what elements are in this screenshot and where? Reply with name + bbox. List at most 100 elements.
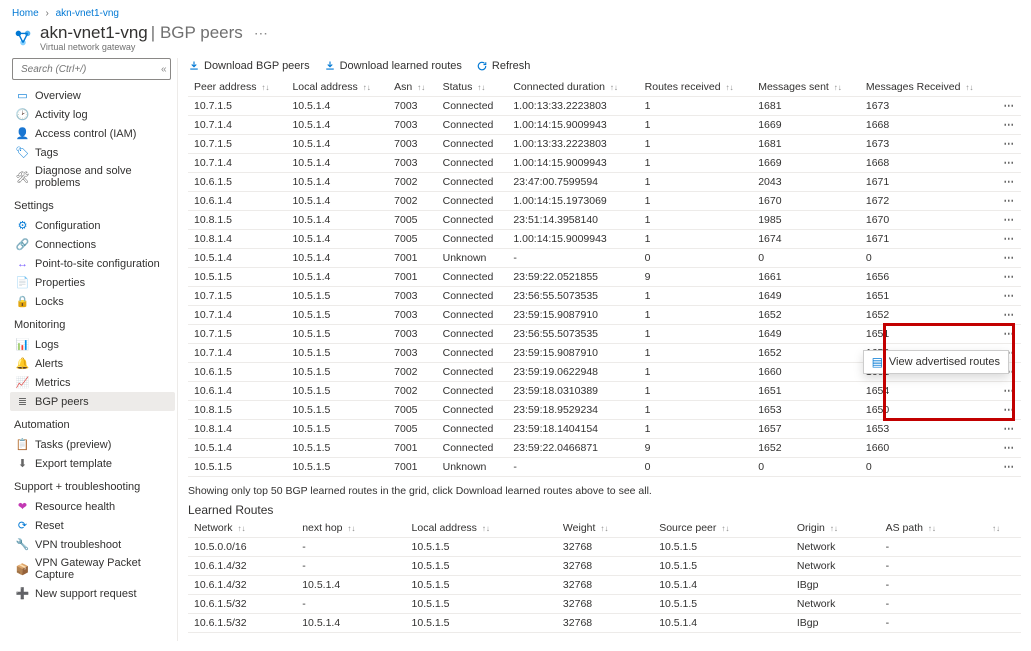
- column-header[interactable]: Asn ↑↓: [388, 78, 436, 97]
- breadcrumb[interactable]: Home › akn-vnet1-vng: [10, 6, 1021, 23]
- alerts-icon: 🔔: [16, 357, 29, 370]
- sidebar-item-tags[interactable]: 🏷Tags: [10, 143, 175, 162]
- row-more-button[interactable]: ⋯: [994, 401, 1021, 420]
- table-row[interactable]: 10.6.1.410.5.1.47002Connected1.00:14:15.…: [188, 192, 1021, 211]
- breadcrumb-page[interactable]: akn-vnet1-vng: [56, 8, 119, 19]
- search-input[interactable]: [17, 64, 159, 75]
- row-more-button[interactable]: ⋯: [994, 458, 1021, 477]
- search-input-wrap[interactable]: «: [12, 58, 171, 80]
- table-row[interactable]: 10.8.1.410.5.1.47005Connected1.00:14:15.…: [188, 230, 1021, 249]
- row-more-button[interactable]: ⋯: [994, 192, 1021, 211]
- table-row[interactable]: 10.7.1.410.5.1.47003Connected1.00:14:15.…: [188, 154, 1021, 173]
- sidebar-item-resource-health[interactable]: ❤Resource health: [10, 497, 175, 516]
- table-cell: 10.5.1.5: [286, 344, 388, 363]
- view-advertised-routes-item[interactable]: View advertised routes: [889, 356, 1000, 368]
- row-more-button[interactable]: ⋯: [994, 287, 1021, 306]
- table-cell: 10.5.1.4: [653, 614, 791, 633]
- table-row[interactable]: 10.8.1.410.5.1.57005Connected23:59:18.14…: [188, 420, 1021, 439]
- sidebar-item-locks[interactable]: 🔒Locks: [10, 292, 175, 311]
- table-row[interactable]: 10.7.1.510.5.1.57003Connected23:56:55.50…: [188, 287, 1021, 306]
- sidebar-item-reset[interactable]: ⟳Reset: [10, 516, 175, 535]
- table-row[interactable]: 10.7.1.510.5.1.47003Connected1.00:13:33.…: [188, 135, 1021, 154]
- sidebar-item-point-to-site-configuration[interactable]: ↔Point-to-site configuration: [10, 254, 175, 273]
- table-row[interactable]: 10.6.1.4/32-10.5.1.53276810.5.1.5Network…: [188, 557, 1021, 576]
- tasks-icon: 📋: [16, 438, 29, 451]
- table-row[interactable]: 10.7.1.510.5.1.57003Connected23:56:55.50…: [188, 325, 1021, 344]
- column-header[interactable]: AS path ↑↓: [880, 519, 984, 538]
- sidebar-item-tasks-preview-[interactable]: 📋Tasks (preview): [10, 435, 175, 454]
- row-more-button[interactable]: ⋯: [994, 268, 1021, 287]
- column-header[interactable]: Source peer ↑↓: [653, 519, 791, 538]
- download-learned-routes-button[interactable]: Download learned routes: [324, 60, 462, 72]
- table-row[interactable]: 10.6.1.5/3210.5.1.410.5.1.53276810.5.1.4…: [188, 614, 1021, 633]
- column-header[interactable]: Origin ↑↓: [791, 519, 880, 538]
- row-more-button[interactable]: ⋯: [994, 249, 1021, 268]
- sidebar-item-configuration[interactable]: ⚙Configuration: [10, 216, 175, 235]
- row-more-button[interactable]: ⋯: [994, 154, 1021, 173]
- table-cell: 1671: [860, 173, 995, 192]
- table-row[interactable]: 10.5.1.510.5.1.57001Unknown-000⋯: [188, 458, 1021, 477]
- row-more-button[interactable]: ⋯: [994, 116, 1021, 135]
- column-header[interactable]: Messages sent ↑↓: [752, 78, 860, 97]
- column-header[interactable]: ↑↓: [984, 519, 1021, 538]
- row-context-menu[interactable]: ▤ View advertised routes: [863, 350, 1009, 374]
- table-row[interactable]: 10.8.1.510.5.1.57005Connected23:59:18.95…: [188, 401, 1021, 420]
- table-row[interactable]: 10.5.1.410.5.1.47001Unknown-000⋯: [188, 249, 1021, 268]
- table-row[interactable]: 10.6.1.510.5.1.47002Connected23:47:00.75…: [188, 173, 1021, 192]
- row-more-button[interactable]: ⋯: [994, 135, 1021, 154]
- table-cell: 7002: [388, 363, 436, 382]
- sidebar-item-logs[interactable]: 📊Logs: [10, 335, 175, 354]
- table-row[interactable]: 10.7.1.410.5.1.57003Connected23:59:15.90…: [188, 306, 1021, 325]
- sidebar-item-alerts[interactable]: 🔔Alerts: [10, 354, 175, 373]
- table-cell: 1669: [752, 154, 860, 173]
- column-header[interactable]: Status ↑↓: [437, 78, 508, 97]
- breadcrumb-home[interactable]: Home: [12, 8, 39, 19]
- column-header[interactable]: Messages Received ↑↓: [860, 78, 995, 97]
- column-header[interactable]: Local address ↑↓: [406, 519, 557, 538]
- table-row[interactable]: 10.7.1.510.5.1.47003Connected1.00:13:33.…: [188, 97, 1021, 116]
- row-more-button[interactable]: ⋯: [994, 97, 1021, 116]
- column-header[interactable]: Peer address ↑↓: [188, 78, 286, 97]
- table-row[interactable]: 10.6.1.410.5.1.57002Connected23:59:18.03…: [188, 382, 1021, 401]
- column-header[interactable]: Routes received ↑↓: [639, 78, 753, 97]
- sidebar-item-metrics[interactable]: 📈Metrics: [10, 373, 175, 392]
- table-row[interactable]: 10.7.1.410.5.1.47003Connected1.00:14:15.…: [188, 116, 1021, 135]
- column-header[interactable]: next hop ↑↓: [296, 519, 405, 538]
- table-row[interactable]: 10.6.1.4/3210.5.1.410.5.1.53276810.5.1.4…: [188, 576, 1021, 595]
- row-more-button[interactable]: ⋯: [994, 230, 1021, 249]
- column-header[interactable]: Weight ↑↓: [557, 519, 653, 538]
- row-more-button[interactable]: ⋯: [994, 211, 1021, 230]
- table-row[interactable]: 10.5.1.410.5.1.57001Connected23:59:22.04…: [188, 439, 1021, 458]
- row-more-button[interactable]: ⋯: [994, 173, 1021, 192]
- sidebar-item-overview[interactable]: ▭Overview: [10, 86, 175, 105]
- sidebar-item-new-support-request[interactable]: ➕New support request: [10, 584, 175, 603]
- sidebar-item-properties[interactable]: 📄Properties: [10, 273, 175, 292]
- row-more-button[interactable]: ⋯: [994, 439, 1021, 458]
- sidebar-item-connections[interactable]: 🔗Connections: [10, 235, 175, 254]
- sidebar-item-vpn-troubleshoot[interactable]: 🔧VPN troubleshoot: [10, 535, 175, 554]
- row-more-button[interactable]: ⋯: [994, 325, 1021, 344]
- row-more-button[interactable]: ⋯: [994, 420, 1021, 439]
- row-more-button[interactable]: ⋯: [994, 306, 1021, 325]
- column-header[interactable]: Local address ↑↓: [286, 78, 388, 97]
- row-more-button[interactable]: ⋯: [994, 382, 1021, 401]
- sidebar-item-activity-log[interactable]: 🕑Activity log: [10, 105, 175, 124]
- table-cell: 10.5.1.5: [653, 557, 791, 576]
- sidebar-item-export-template[interactable]: ⬇Export template: [10, 454, 175, 473]
- table-row[interactable]: 10.6.1.5/32-10.5.1.53276810.5.1.5Network…: [188, 595, 1021, 614]
- sidebar-item-vpn-gateway-packet-capture[interactable]: 📦VPN Gateway Packet Capture: [10, 554, 175, 584]
- table-cell: 1: [639, 325, 753, 344]
- sidebar-item-bgp-peers[interactable]: ≣BGP peers: [10, 392, 175, 411]
- sidebar-item-access-control-iam-[interactable]: 👤Access control (IAM): [10, 124, 175, 143]
- refresh-button[interactable]: Refresh: [476, 60, 531, 72]
- blade-more-button[interactable]: ⋯: [246, 25, 276, 41]
- sidebar-collapse-button[interactable]: «: [159, 64, 169, 75]
- table-cell: 10.7.1.4: [188, 306, 286, 325]
- sidebar-item-diagnose-and-solve-problems[interactable]: 🛠Diagnose and solve problems: [10, 162, 175, 192]
- column-header[interactable]: Connected duration ↑↓: [507, 78, 638, 97]
- table-row[interactable]: 10.8.1.510.5.1.47005Connected23:51:14.39…: [188, 211, 1021, 230]
- table-row[interactable]: 10.5.0.0/16-10.5.1.53276810.5.1.5Network…: [188, 538, 1021, 557]
- table-row[interactable]: 10.5.1.510.5.1.47001Connected23:59:22.05…: [188, 268, 1021, 287]
- column-header[interactable]: Network ↑↓: [188, 519, 296, 538]
- download-bgp-peers-button[interactable]: Download BGP peers: [188, 60, 310, 72]
